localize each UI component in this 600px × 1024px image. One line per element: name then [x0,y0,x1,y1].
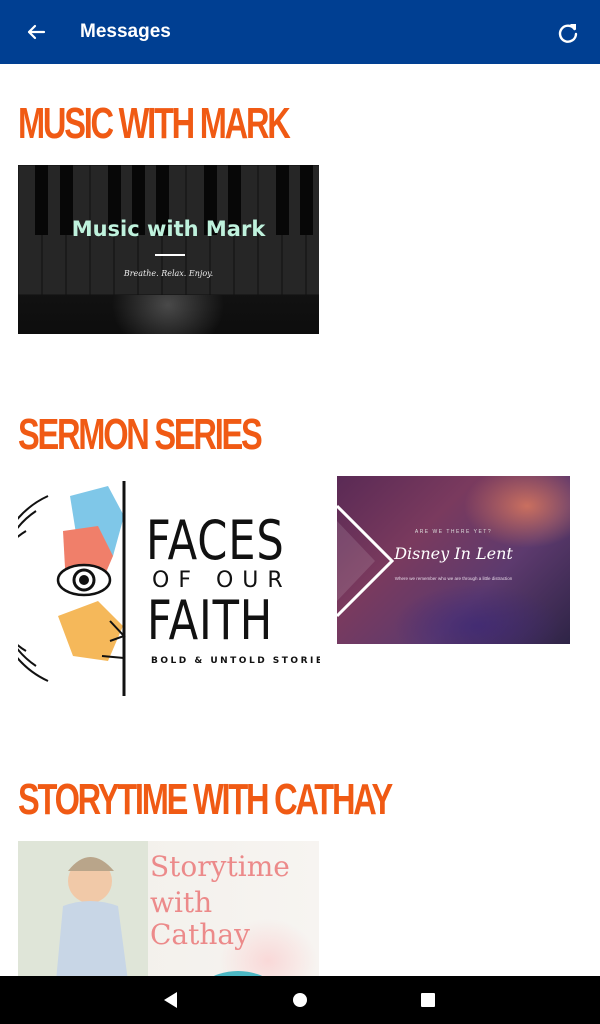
faces-line-1: FACES [146,509,285,572]
circle-home-icon [293,993,307,1007]
storytime-line-3: Cathay [150,918,250,951]
child-photo-image [18,841,148,976]
storytime-with-cathay-tile[interactable]: Storytime with Cathay [18,841,319,976]
disney-tile-kicker: ARE WE THERE YET? [414,529,493,535]
messages-list[interactable]: MUSIC WITH MARK Music with Mark Breathe.… [0,64,600,976]
music-tile-divider [155,254,185,256]
faces-line-3: FAITH [147,589,274,652]
storytime-line-1: Storytime [150,850,290,883]
app-bar: Messages [0,0,600,64]
section-heading-storytime: STORYTIME WITH CATHAY [18,775,393,824]
disney-tile-subtitle: Where we remember who we are through a l… [394,576,513,581]
arrow-left-icon [27,24,46,40]
system-navigation-bar [0,976,600,1024]
square-recents-icon [421,993,435,1007]
triangle-back-icon [164,992,177,1008]
system-recents-button[interactable] [416,988,440,1012]
faces-of-our-faith-tile[interactable]: FACES OF OUR FAITH BOLD & UNTOLD STORIES [18,476,320,700]
music-tile-subtitle: Breathe. Relax. Enjoy. [123,269,214,278]
storytime-line-2: with [150,886,213,919]
section-heading-music: MUSIC WITH MARK [18,99,291,148]
face-illustration-image [18,481,126,696]
refresh-button[interactable] [553,18,583,48]
system-back-button[interactable] [159,988,183,1012]
section-heading-sermon-series: SERMON SERIES [18,410,263,459]
music-with-mark-tile[interactable]: Music with Mark Breathe. Relax. Enjoy. [18,165,319,334]
disney-in-lent-tile[interactable]: ARE WE THERE YET? Disney In Lent Where w… [337,476,570,644]
faces-tagline: BOLD & UNTOLD STORIES [151,656,320,666]
music-tile-title: Music with Mark [71,217,266,241]
refresh-icon [558,24,578,43]
disney-tile-title: Disney In Lent [394,544,513,563]
back-button[interactable] [20,16,52,48]
page-title: Messages [80,21,171,42]
system-home-button[interactable] [288,988,312,1012]
